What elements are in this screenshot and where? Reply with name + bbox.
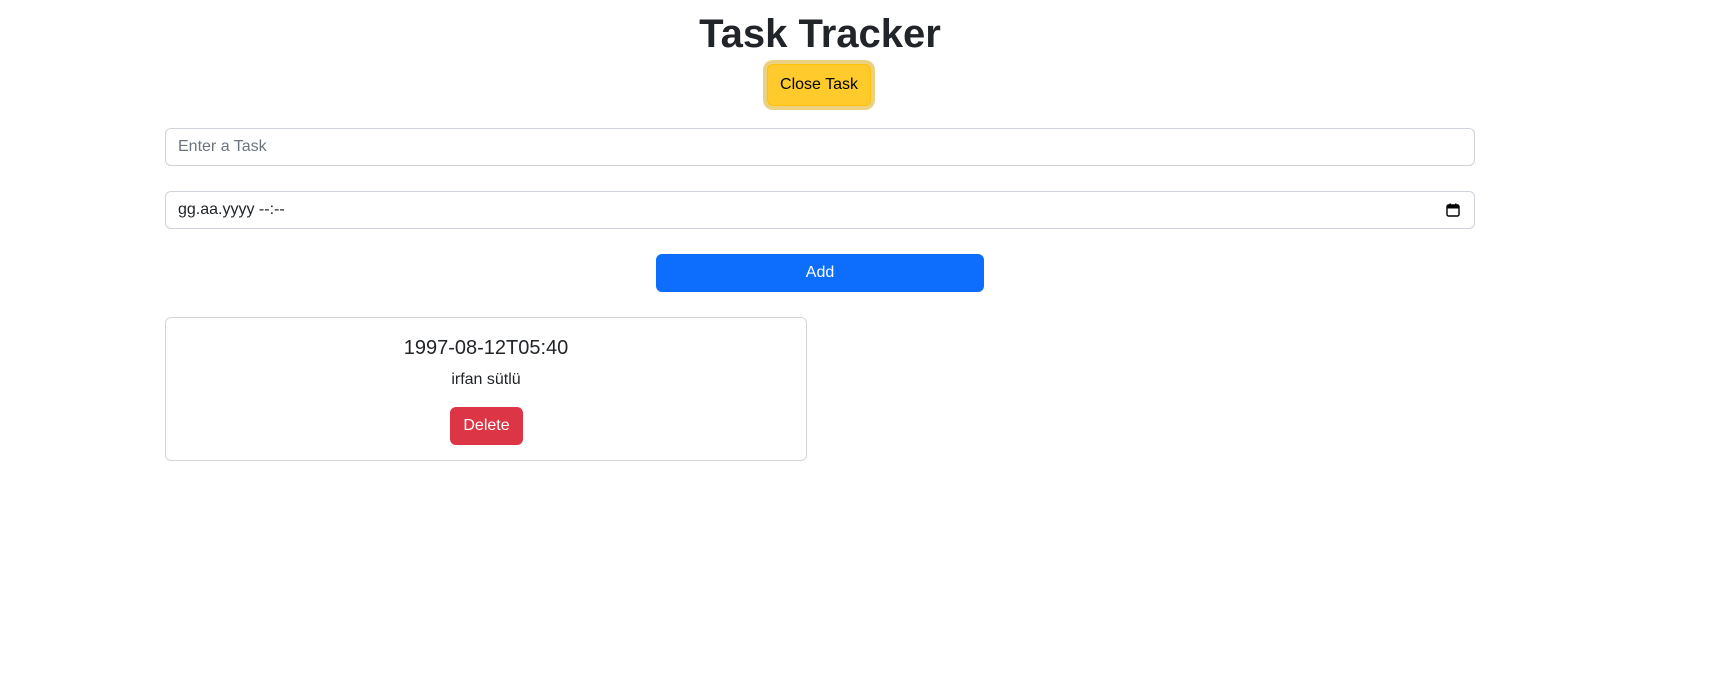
add-task-button[interactable]: Add: [656, 254, 984, 292]
task-card: 1997-08-12T05:40 irfan sütlü Delete: [165, 317, 807, 461]
delete-task-button[interactable]: Delete: [450, 407, 523, 445]
datetime-input[interactable]: gg.aa.yyyy --:--: [165, 191, 1475, 229]
task-tracker-app: Task Tracker Close Task Enter a Task gg.…: [0, 0, 1724, 699]
task-input[interactable]: Enter a Task: [165, 128, 1475, 166]
page-title: Task Tracker: [699, 12, 941, 56]
close-task-button[interactable]: Close Task: [767, 64, 871, 106]
calendar-icon[interactable]: [1446, 203, 1460, 217]
datetime-input-value: gg.aa.yyyy --:--: [178, 201, 285, 218]
task-date: 1997-08-12T05:40: [403, 337, 569, 359]
task-text: irfan sütlü: [451, 371, 521, 388]
